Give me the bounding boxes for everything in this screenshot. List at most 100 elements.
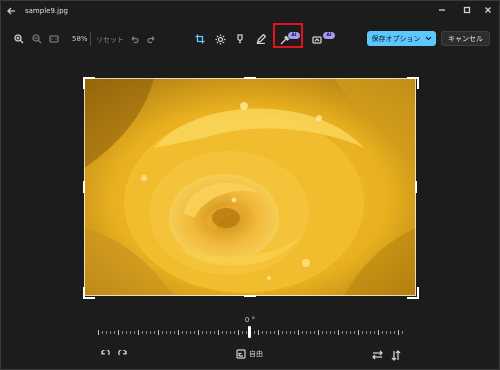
crop-icon [195, 34, 205, 44]
back-arrow-icon [6, 7, 15, 15]
crop-handle-bottom-left[interactable] [83, 287, 95, 299]
crop-handle-bottom[interactable] [244, 295, 256, 297]
crop-handle-top[interactable] [244, 77, 256, 79]
rotation-tick [202, 331, 203, 334]
rotation-tick [174, 331, 175, 334]
rotation-tick [398, 330, 399, 335]
zoom-in-button[interactable] [12, 32, 26, 46]
aspect-ratio-button[interactable]: 自由 [236, 349, 263, 359]
aspect-ratio-label: 自由 [249, 350, 263, 358]
redo-button[interactable] [144, 32, 158, 46]
rotation-tick [190, 331, 191, 334]
rotation-tick [146, 331, 147, 334]
rotation-tick [274, 331, 275, 334]
rotation-tick [262, 331, 263, 334]
crop-handle-right[interactable] [415, 181, 417, 193]
adjust-tool-button[interactable] [212, 31, 228, 47]
background-blur-tool-button[interactable]: AI [312, 31, 336, 47]
rotation-tick [126, 331, 127, 334]
rotation-tick [346, 331, 347, 334]
rotation-tick [290, 331, 291, 334]
rotation-tick [350, 331, 351, 334]
maximize-icon [463, 6, 471, 14]
crop-handle-top-right[interactable] [407, 77, 419, 89]
flip-horizontal-icon [371, 350, 383, 360]
reset-button[interactable]: リセット [96, 35, 124, 45]
rotate-left-button[interactable] [98, 348, 112, 362]
rotation-tick [286, 331, 287, 334]
draw-tool-button[interactable] [253, 31, 269, 47]
rotation-tick [130, 331, 131, 334]
crop-frame [84, 78, 416, 296]
rotation-tick [326, 331, 327, 334]
maximize-button[interactable] [461, 4, 473, 16]
rotation-tick [246, 331, 247, 334]
rotation-tick [110, 331, 111, 334]
aspect-ratio-icon [236, 349, 246, 359]
rotation-tick [226, 331, 227, 334]
rotation-tick [234, 331, 235, 334]
zoom-out-button[interactable] [30, 32, 44, 46]
crop-handle-bottom-right[interactable] [407, 287, 419, 299]
rotation-tick [322, 331, 323, 334]
rotation-tick [338, 330, 339, 335]
rotation-tick [314, 331, 315, 334]
crop-handle-top-left[interactable] [83, 77, 95, 89]
rotation-tick [370, 331, 371, 334]
ai-badge: AI [323, 32, 335, 39]
rotation-tick [134, 331, 135, 334]
rotation-tick [182, 331, 183, 334]
redo-icon [146, 35, 154, 43]
rotation-tick [106, 331, 107, 334]
close-button[interactable] [482, 4, 494, 16]
rotation-tick [402, 331, 403, 334]
rotation-tick [354, 331, 355, 334]
flip-horizontal-button[interactable] [370, 348, 384, 362]
rotation-tick [378, 330, 379, 335]
crop-handle-left[interactable] [83, 181, 85, 193]
rotation-tick [258, 330, 259, 335]
undo-button[interactable] [127, 32, 141, 46]
rotation-tick [382, 331, 383, 334]
save-options-label: 保存オプション [371, 34, 421, 43]
rotation-tick [122, 331, 123, 334]
chevron-down-icon [425, 36, 431, 41]
markup-tool-button[interactable] [232, 31, 248, 47]
crop-tool-button[interactable] [192, 31, 208, 47]
zoom-in-icon [14, 34, 24, 44]
rotation-tick [390, 331, 391, 334]
title-bar: sample9.jpg [0, 0, 500, 22]
fit-to-window-icon [49, 35, 59, 43]
retouch-highlight-box [273, 23, 303, 48]
minimize-button[interactable] [436, 4, 448, 16]
rotation-tick [142, 331, 143, 334]
brightness-icon [215, 34, 225, 44]
rotation-tick [278, 330, 279, 335]
rotation-slider[interactable] [98, 328, 404, 338]
undo-icon [131, 35, 139, 43]
rotation-tick [394, 331, 395, 334]
rotation-tick [162, 331, 163, 334]
rotation-tick [266, 331, 267, 334]
rotation-tick [178, 330, 179, 335]
rotation-tick [150, 331, 151, 334]
markup-icon [237, 34, 243, 44]
rotation-tick [218, 330, 219, 335]
rotation-tick [230, 331, 231, 334]
cancel-button[interactable]: キャンセル [441, 31, 490, 46]
rotation-tick [270, 331, 271, 334]
rotation-tick [210, 331, 211, 334]
rotation-tick [362, 331, 363, 334]
flip-vertical-button[interactable] [389, 348, 403, 362]
rotation-tick [282, 331, 283, 334]
save-options-button[interactable]: 保存オプション [367, 31, 436, 46]
rotate-right-button[interactable] [116, 348, 130, 362]
back-button[interactable] [4, 5, 18, 17]
rotation-tick [366, 331, 367, 334]
rotation-tick [194, 331, 195, 334]
background-blur-icon [312, 36, 322, 44]
rotation-tick [342, 331, 343, 334]
rotation-slider-thumb[interactable] [248, 326, 251, 338]
fit-to-window-button[interactable] [47, 32, 61, 46]
rotation-tick [298, 330, 299, 335]
